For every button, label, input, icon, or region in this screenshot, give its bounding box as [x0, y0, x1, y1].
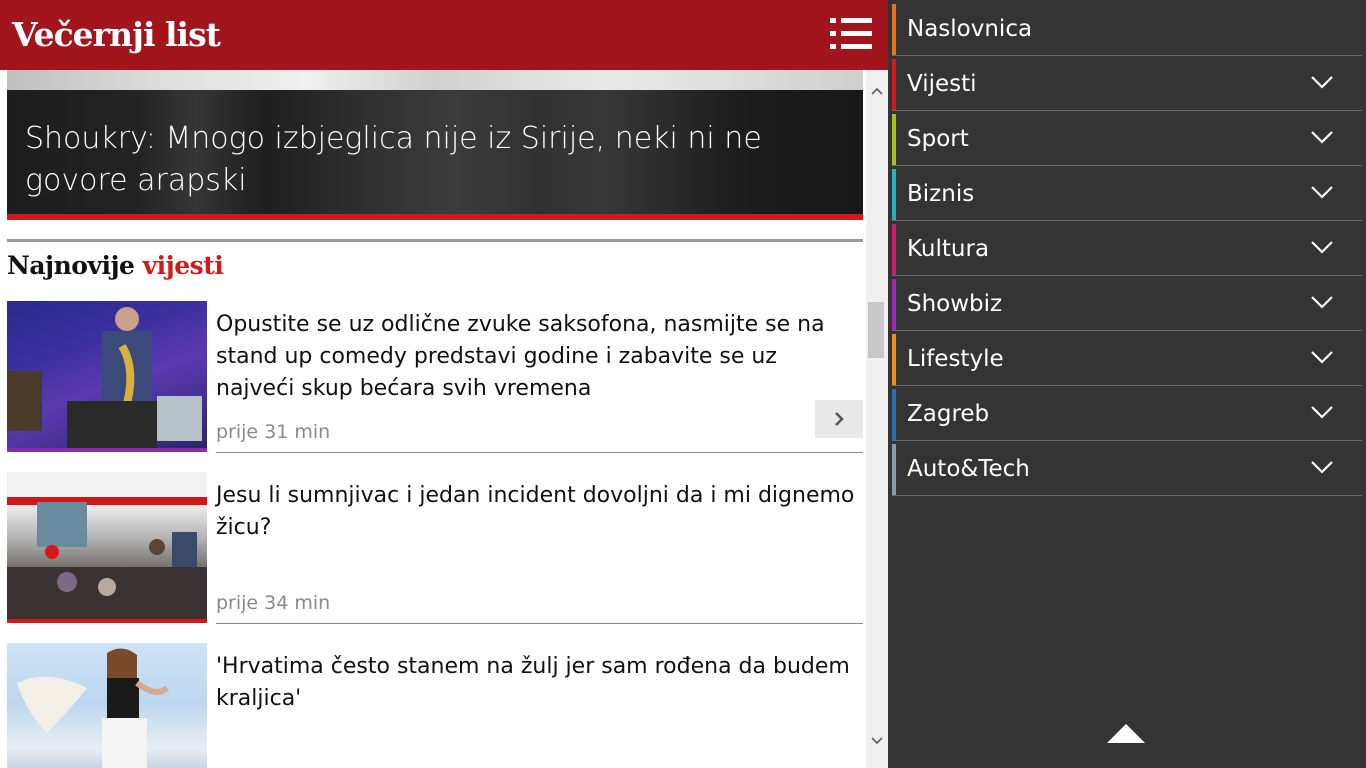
hero-accent-line: [7, 214, 863, 220]
menu-item-kultura[interactable]: Kultura: [892, 220, 1362, 276]
menu-accent-bar: [892, 279, 896, 330]
menu-item-lifestyle[interactable]: Lifestyle: [892, 330, 1362, 386]
news-item[interactable]: Jesu li sumnjivac i jedan incident dovol…: [7, 472, 863, 625]
news-divider: [216, 623, 863, 624]
menu-item-label: Showbiz: [907, 291, 1003, 317]
carousel-next-button[interactable]: [815, 400, 863, 438]
menu-accent-bar: [892, 4, 896, 55]
menu-accent-bar: [892, 59, 896, 110]
menu-item-auto-tech[interactable]: Auto&Tech: [892, 440, 1362, 496]
news-item[interactable]: Opustite se uz odlične zvuke saksofona, …: [7, 301, 863, 454]
chevron-down-icon[interactable]: [1310, 295, 1334, 309]
menu-item-naslovnica[interactable]: Naslovnica: [892, 0, 1362, 56]
chevron-down-icon[interactable]: [1310, 130, 1334, 144]
menu-item-zagreb[interactable]: Zagreb: [892, 385, 1362, 441]
menu-separator: [892, 495, 1362, 496]
news-thumbnail: [7, 301, 207, 451]
chevron-right-icon: [835, 412, 844, 426]
menu-accent-bar: [892, 334, 896, 385]
chevron-down-icon[interactable]: [1310, 75, 1334, 89]
section-title: Najnovije vijesti: [7, 248, 224, 284]
scroll-down-icon[interactable]: [871, 736, 883, 746]
hero-article[interactable]: Shoukry: Mnogo izbjeglica nije iz Sirije…: [7, 70, 863, 220]
app-header: Večernji list: [0, 0, 888, 70]
menu-accent-bar: [892, 169, 896, 220]
news-thumbnail: [7, 472, 207, 622]
menu-accent-bar: [892, 114, 896, 165]
news-time: prije 34 min: [216, 592, 331, 614]
news-headline: Opustite se uz odlične zvuke saksofona, …: [216, 312, 825, 401]
triangle-up-icon[interactable]: [1106, 722, 1146, 744]
side-menu: Naslovnica Vijesti Sport Biznis Kultura …: [888, 0, 1366, 768]
chevron-down-icon[interactable]: [1310, 405, 1334, 419]
chevron-down-icon[interactable]: [1310, 350, 1334, 364]
menu-item-biznis[interactable]: Biznis: [892, 165, 1362, 221]
hero-title: Shoukry: Mnogo izbjeglica nije iz Sirije…: [25, 121, 762, 198]
news-divider: [216, 452, 863, 453]
menu-item-sport[interactable]: Sport: [892, 110, 1362, 166]
menu-item-vijesti[interactable]: Vijesti: [892, 55, 1362, 111]
menu-item-label: Zagreb: [907, 401, 990, 427]
menu-accent-bar: [892, 444, 896, 495]
main-scrollbar[interactable]: [866, 70, 888, 768]
menu-item-showbiz[interactable]: Showbiz: [892, 275, 1362, 331]
menu-item-label: Naslovnica: [907, 16, 1033, 42]
news-item[interactable]: 'Hrvatima često stanem na žulj jer sam r…: [7, 643, 863, 768]
menu-accent-bar: [892, 224, 896, 275]
hamburger-list-icon: [830, 18, 872, 23]
section-title-main: Najnovije: [7, 251, 135, 280]
section-divider: [7, 239, 863, 242]
menu-accent-bar: [892, 389, 896, 440]
menu-item-label: Vijesti: [907, 71, 977, 97]
menu-item-label: Lifestyle: [907, 346, 1004, 372]
news-headline: 'Hrvatima često stanem na žulj jer sam r…: [216, 654, 850, 711]
news-headline: Jesu li sumnjivac i jedan incident dovol…: [216, 483, 855, 540]
news-category-strip: [7, 448, 207, 452]
section-title-accent: vijesti: [142, 251, 224, 280]
scroll-up-icon[interactable]: [871, 86, 883, 96]
news-thumbnail: [7, 643, 207, 768]
chevron-down-icon[interactable]: [1310, 185, 1334, 199]
menu-item-label: Kultura: [907, 236, 990, 262]
menu-item-label: Sport: [907, 126, 969, 152]
news-category-strip: [7, 619, 207, 623]
main-content: Shoukry: Mnogo izbjeglica nije iz Sirije…: [0, 70, 866, 768]
menu-item-label: Biznis: [907, 181, 975, 207]
menu-item-label: Auto&Tech: [907, 456, 1030, 482]
app-logo[interactable]: Večernji list: [12, 13, 221, 57]
scrollbar-thumb[interactable]: [868, 302, 884, 358]
chevron-down-icon[interactable]: [1310, 240, 1334, 254]
chevron-down-icon[interactable]: [1310, 460, 1334, 474]
news-time: prije 31 min: [216, 421, 331, 443]
menu-button[interactable]: [830, 18, 872, 51]
